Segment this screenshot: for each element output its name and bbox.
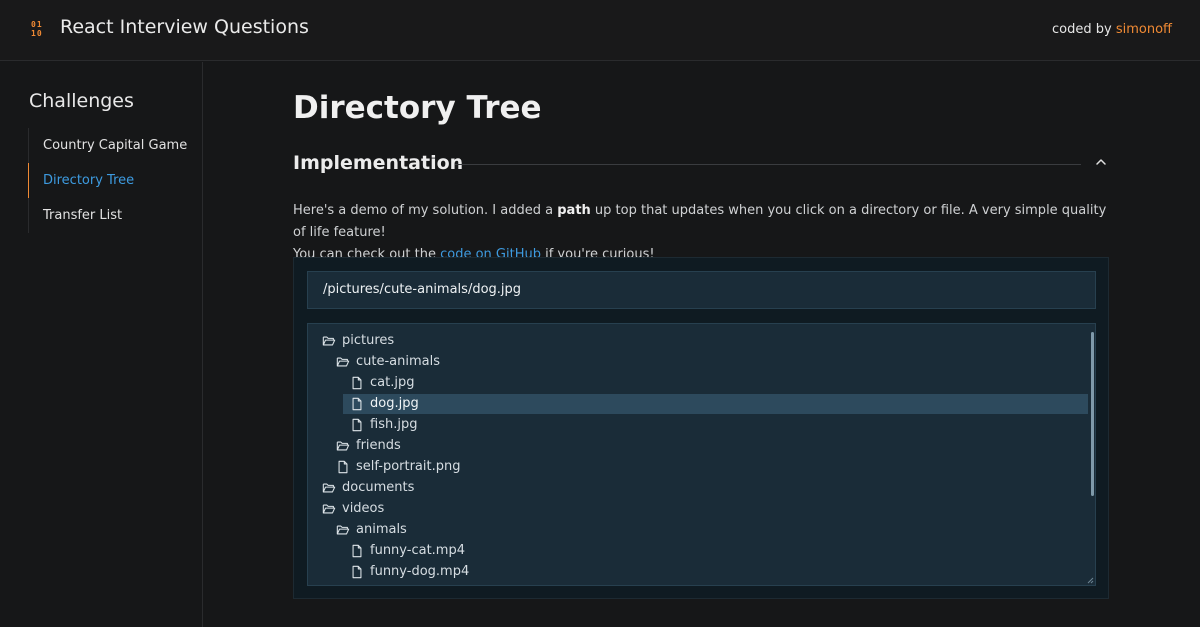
sidebar-title: Challenges [29, 90, 134, 112]
tree-row[interactable]: funny-cat.mp4 [350, 541, 465, 561]
section-divider [455, 164, 1081, 165]
tree-row-label: documents [342, 480, 415, 495]
tree-row-label: pictures [342, 333, 395, 348]
tree-row[interactable]: animals [336, 520, 407, 540]
file-icon [338, 460, 348, 474]
tree-row[interactable]: friends [336, 436, 401, 456]
scrollbar[interactable] [1091, 332, 1094, 496]
file-icon [352, 397, 362, 411]
tree-row[interactable]: fish.jpg [350, 415, 417, 435]
app-title[interactable]: React Interview Questions [60, 16, 309, 38]
tree-row[interactable]: funny-dog.mp4 [350, 562, 469, 582]
intro-text-1: Here's a demo of my solution. I added a [293, 203, 558, 218]
sidebar-item-transfer-list[interactable]: Transfer List [29, 198, 202, 233]
tree-row-label: cat.jpg [370, 375, 415, 390]
folder-open-icon [336, 441, 350, 451]
folder-open-icon [336, 525, 350, 535]
intro-bold: path [557, 203, 591, 218]
tree-row-label: fish.jpg [370, 417, 418, 432]
tree-row-label: funny-dog.mp4 [370, 564, 470, 579]
section-header: Implementation [293, 152, 1109, 176]
credit: coded by simonoff [1052, 22, 1172, 37]
sidebar: Challenges Country Capital Game Director… [0, 62, 203, 627]
demo-panel: /pictures/cute-animals/dog.jpg pictures c… [293, 257, 1109, 599]
tree-row-label: dog.jpg [370, 396, 419, 411]
sidebar-item-country-capital-game[interactable]: Country Capital Game [29, 128, 202, 163]
author-link[interactable]: simonoff [1116, 22, 1172, 37]
path-display: /pictures/cute-animals/dog.jpg [307, 271, 1096, 309]
sidebar-item-directory-tree[interactable]: Directory Tree [28, 163, 202, 198]
tree-row[interactable]: dog.jpg [343, 394, 1088, 414]
credit-prefix: coded by [1052, 22, 1116, 37]
folder-open-icon [322, 483, 336, 493]
folder-open-icon [336, 357, 350, 367]
sidebar-list: Country Capital Game Directory Tree Tran… [28, 128, 202, 233]
binary-logo-icon: 01 10 [31, 20, 43, 38]
tree-row-label: self-portrait.png [356, 459, 461, 474]
page-title: Directory Tree [293, 90, 542, 126]
tree-row-label: animals [356, 522, 407, 537]
folder-open-icon [322, 504, 336, 514]
chevron-up-icon[interactable] [1093, 154, 1109, 170]
tree-row[interactable]: pictures [322, 331, 394, 351]
directory-tree[interactable]: pictures cute-animals cat.jpg dog.jpg fish.j… [307, 323, 1096, 586]
tree-row-label: videos [342, 501, 385, 516]
tree-row-label: friends [356, 438, 401, 453]
tree-row[interactable]: documents [322, 478, 414, 498]
tree-row[interactable]: cute-animals [336, 352, 440, 372]
folder-open-icon [322, 336, 336, 346]
file-icon [352, 544, 362, 558]
file-icon [352, 376, 362, 390]
file-icon [352, 418, 362, 432]
tree-row-label: funny-cat.mp4 [370, 543, 465, 558]
tree-row[interactable]: videos [322, 499, 384, 519]
resize-grip-icon[interactable] [1086, 576, 1094, 584]
tree-row[interactable]: self-portrait.png [336, 457, 460, 477]
tree-row[interactable]: cat.jpg [350, 373, 414, 393]
file-icon [352, 565, 362, 579]
tree-row-label: cute-animals [356, 354, 441, 369]
section-title: Implementation [293, 152, 464, 174]
app-header: 01 10 React Interview Questions coded by … [0, 0, 1200, 61]
